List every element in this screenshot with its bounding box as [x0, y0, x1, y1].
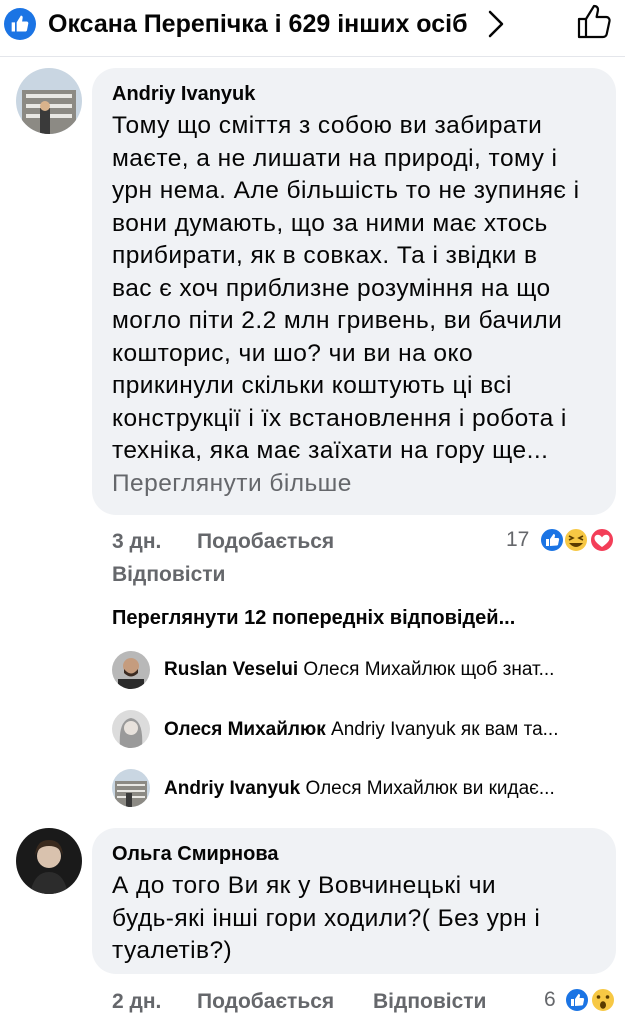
reply-snippet: Andriy Ivanyuk як вам та... — [331, 719, 559, 740]
reactions-summary[interactable]: Оксана Перепічка і 629 інших осіб — [48, 8, 468, 40]
avatar[interactable] — [112, 769, 150, 807]
reply-link[interactable]: Відповісти — [112, 561, 225, 589]
reaction-count[interactable]: 6 — [544, 986, 556, 1014]
reply-link[interactable]: Відповісти — [373, 988, 486, 1016]
reply-item[interactable]: Олеся Михайлюк Andriy Ivanyuk як вам та.… — [164, 716, 558, 744]
like-link[interactable]: Подобається — [197, 988, 334, 1016]
avatar[interactable] — [112, 710, 150, 748]
comment-text: Тому що сміття з собою ви забирати маєте… — [112, 110, 612, 500]
reply-item[interactable]: Andriy Ivanyuk Олеся Михайлюк ви кидає..… — [164, 775, 555, 803]
see-more-link[interactable]: Переглянути більше — [112, 468, 612, 501]
avatar[interactable] — [16, 828, 82, 894]
like-button-icon[interactable] — [574, 2, 614, 42]
reactions-icons[interactable] — [563, 986, 621, 1014]
avatar[interactable] — [112, 651, 150, 689]
comment-author[interactable]: Ольга Смирнова — [112, 840, 279, 868]
reply-author[interactable]: Ruslan Veselui — [164, 659, 298, 680]
divider — [0, 56, 625, 57]
comment-author[interactable]: Andriy Ivanyuk — [112, 80, 255, 108]
chevron-right-icon[interactable] — [482, 6, 510, 42]
like-link[interactable]: Подобається — [197, 528, 334, 556]
like-reaction-icon — [4, 8, 36, 40]
comment-time: 3 дн. — [112, 530, 162, 553]
avatar[interactable] — [16, 68, 82, 134]
reply-item[interactable]: Ruslan Veselui Олеся Михайлюк щоб знат..… — [164, 656, 554, 684]
reaction-count[interactable]: 17 — [506, 526, 529, 554]
reply-author[interactable]: Andriy Ivanyuk — [164, 778, 300, 799]
reply-author[interactable]: Олеся Михайлюк — [164, 719, 326, 740]
comment-time: 2 дн. — [112, 990, 162, 1013]
reply-snippet: Олеся Михайлюк ви кидає... — [305, 778, 555, 799]
reactions-icons[interactable] — [538, 526, 622, 554]
view-previous-replies[interactable]: Переглянути 12 попередніх відповідей... — [112, 604, 515, 632]
comment-text: А до того Ви як у Вовчинецькі чи будь-як… — [112, 872, 541, 964]
reply-snippet: Олеся Михайлюк щоб знат... — [303, 659, 555, 680]
